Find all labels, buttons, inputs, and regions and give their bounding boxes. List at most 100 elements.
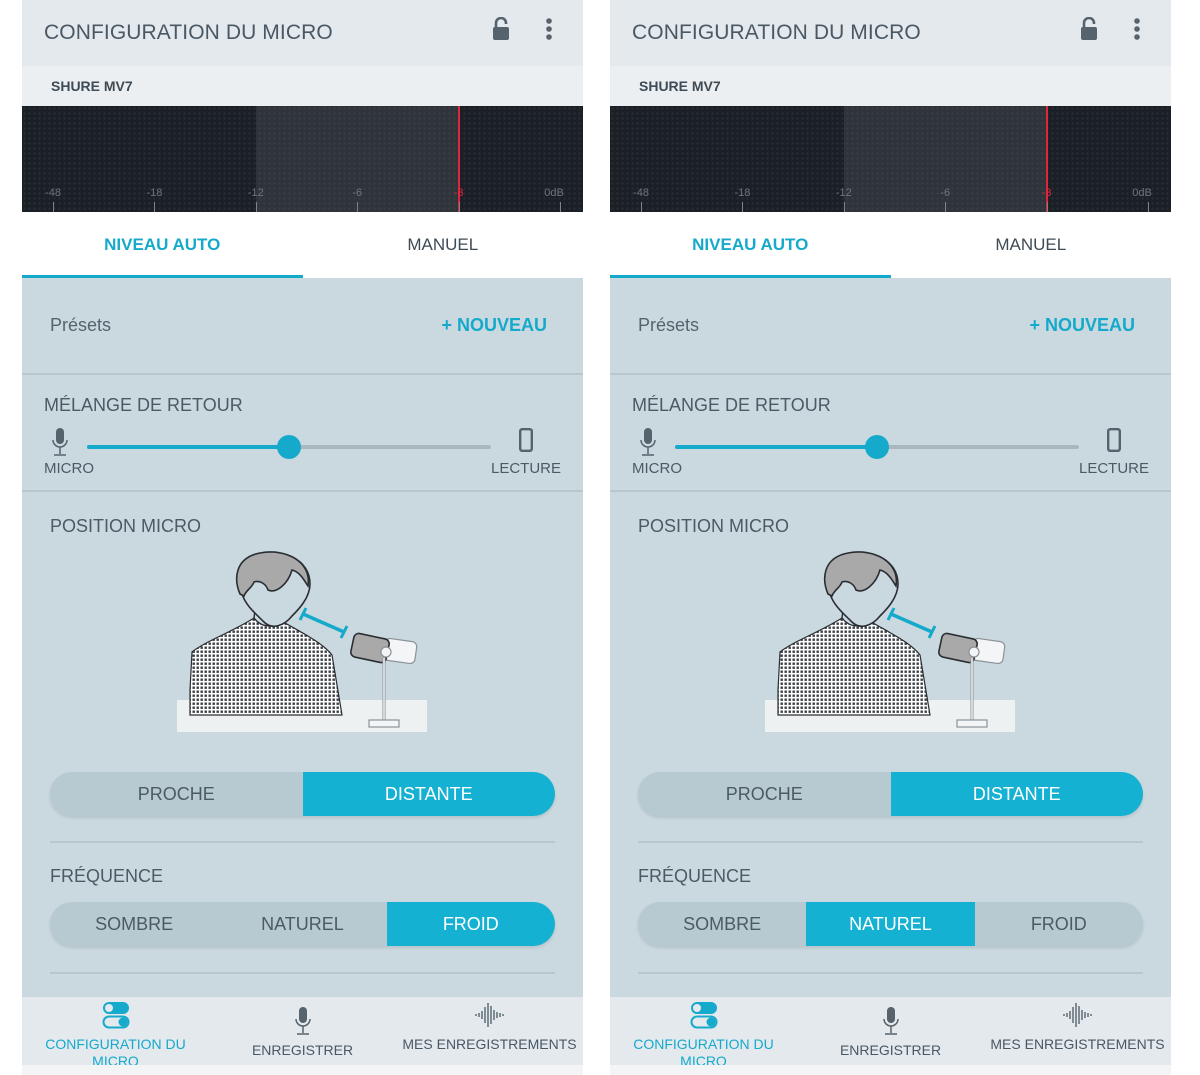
meter-tick-label: -6 bbox=[940, 187, 951, 199]
option-dark[interactable]: SOMBRE bbox=[638, 902, 806, 946]
mic-position-illustration bbox=[177, 551, 427, 732]
waveform-icon bbox=[1062, 1001, 1094, 1034]
meter-tick bbox=[154, 202, 156, 212]
settings-content: Présets + NOUVEAU MÉLANGE DE RETOUR MICR… bbox=[22, 278, 583, 998]
nav-mic-setup[interactable]: CONFIGURATION DU MICRO bbox=[610, 997, 797, 1065]
level-mode-tabs: NIVEAU AUTO MANUEL bbox=[22, 212, 583, 278]
level-meter: -48 -18 -12 -6 -3 0dB bbox=[22, 106, 583, 212]
divider bbox=[50, 841, 555, 843]
meter-tick-label: -6 bbox=[352, 187, 363, 199]
slider-fill bbox=[87, 445, 289, 449]
microphone-icon bbox=[882, 1007, 899, 1040]
page-title: CONFIGURATION DU MICRO bbox=[44, 21, 333, 44]
nav-label: MES ENREGISTREMENTS bbox=[990, 1036, 1165, 1052]
unlocked-padlock-icon[interactable] bbox=[1077, 14, 1101, 44]
meter-tick bbox=[560, 202, 561, 212]
bottom-navigation: CONFIGURATION DU MICRO ENREGISTRER MES E… bbox=[22, 997, 583, 1065]
meter-tick-label: 0dB bbox=[1132, 187, 1152, 199]
distance-indicator bbox=[302, 612, 345, 634]
tab-manual[interactable]: MANUEL bbox=[303, 212, 584, 278]
nav-label: CONFIGURATION DU MICRO bbox=[633, 1036, 774, 1065]
toggles-icon bbox=[690, 1001, 718, 1034]
monitor-mix-section: MÉLANGE DE RETOUR MICRO LECTURE bbox=[22, 375, 583, 492]
meter-tick-label: -18 bbox=[146, 187, 163, 199]
distance-indicator bbox=[890, 612, 933, 634]
meter-tick bbox=[1046, 202, 1048, 212]
nav-bottom-edge bbox=[22, 1065, 583, 1075]
option-bright[interactable]: FROID bbox=[386, 902, 555, 946]
device-name: SHURE MV7 bbox=[51, 78, 133, 94]
tab-manual[interactable]: MANUEL bbox=[891, 212, 1172, 278]
meter-tick-label: -12 bbox=[247, 187, 264, 199]
device-bar: SHURE MV7 bbox=[610, 66, 1171, 106]
nav-recordings[interactable]: MES ENREGISTREMENTS bbox=[396, 997, 583, 1065]
screen-right: CONFIGURATION DU MICRO SHURE MV7 -48 -18 -… bbox=[610, 0, 1171, 1075]
slider-thumb[interactable] bbox=[865, 435, 889, 459]
divider bbox=[638, 972, 1143, 974]
smartphone-icon bbox=[519, 428, 534, 457]
option-bright[interactable]: FROID bbox=[975, 902, 1143, 946]
microphone-icon bbox=[52, 428, 68, 461]
divider bbox=[638, 841, 1143, 843]
option-natural[interactable]: NATUREL bbox=[218, 902, 386, 946]
person-body bbox=[777, 617, 931, 716]
option-far[interactable]: DISTANTE bbox=[890, 772, 1143, 816]
option-far[interactable]: DISTANTE bbox=[302, 772, 555, 816]
meter-tick-label: -48 bbox=[45, 187, 61, 199]
nav-label: MES ENREGISTREMENTS bbox=[402, 1036, 577, 1052]
meter-tick-label: -3 bbox=[453, 187, 464, 199]
nav-recordings[interactable]: MES ENREGISTREMENTS bbox=[984, 997, 1171, 1065]
nav-label: ENREGISTRER bbox=[839, 1042, 942, 1058]
tab-auto-level[interactable]: NIVEAU AUTO bbox=[610, 212, 891, 278]
smartphone-icon bbox=[1107, 428, 1122, 457]
mic-position-title: POSITION MICRO bbox=[50, 516, 202, 536]
new-preset-button[interactable]: + NOUVEAU bbox=[1029, 315, 1135, 336]
new-preset-button[interactable]: + NOUVEAU bbox=[441, 315, 547, 336]
divider bbox=[50, 972, 555, 974]
unlocked-padlock-icon[interactable] bbox=[489, 14, 513, 44]
mic-position-toggle: PROCHE DISTANTE bbox=[50, 772, 555, 816]
monitor-mix-title: MÉLANGE DE RETOUR bbox=[632, 395, 831, 415]
mix-left-label: MICRO bbox=[632, 460, 682, 477]
nav-record[interactable]: ENREGISTRER bbox=[797, 997, 984, 1065]
nav-mic-setup[interactable]: CONFIGURATION DU MICRO bbox=[22, 997, 209, 1065]
nav-label: CONFIGURATION DU MICRO bbox=[45, 1036, 186, 1065]
meter-tick bbox=[357, 202, 359, 212]
tone-toggle: SOMBRE NATUREL FROID bbox=[50, 902, 555, 946]
mic-position-section: POSITION MICRO PROCHE DISTANTE bbox=[22, 492, 583, 842]
toggles-icon bbox=[102, 1001, 130, 1034]
meter-tick-label: -18 bbox=[734, 187, 751, 199]
more-vertical-icon[interactable] bbox=[537, 14, 561, 44]
level-mode-tabs: NIVEAU AUTO MANUEL bbox=[610, 212, 1171, 278]
settings-content: Présets + NOUVEAU MÉLANGE DE RETOUR MICR… bbox=[610, 278, 1171, 998]
option-close[interactable]: PROCHE bbox=[50, 772, 303, 816]
monitor-mix-slider[interactable] bbox=[675, 435, 1079, 459]
nav-record[interactable]: ENREGISTRER bbox=[209, 997, 396, 1065]
meter-tick-label: -48 bbox=[633, 187, 649, 199]
option-natural[interactable]: NATUREL bbox=[806, 902, 975, 946]
presets-row: Présets + NOUVEAU bbox=[22, 278, 583, 375]
app-bar: CONFIGURATION DU MICRO bbox=[610, 0, 1171, 66]
level-meter: -48 -18 -12 -6 -3 0dB bbox=[610, 106, 1171, 212]
more-vertical-icon[interactable] bbox=[1125, 14, 1149, 44]
mic-position-illustration bbox=[765, 551, 1015, 732]
meter-tick bbox=[53, 202, 54, 212]
presets-row: Présets + NOUVEAU bbox=[610, 278, 1171, 375]
presets-label: Présets bbox=[638, 315, 700, 335]
tone-toggle: SOMBRE NATUREL FROID bbox=[638, 902, 1143, 946]
meter-tick-label: 0dB bbox=[544, 187, 564, 199]
person-body bbox=[189, 617, 343, 716]
slider-thumb[interactable] bbox=[277, 435, 301, 459]
nav-label: ENREGISTRER bbox=[251, 1042, 354, 1058]
meter-tick-label: -12 bbox=[835, 187, 852, 199]
microphone-icon bbox=[640, 428, 656, 461]
meter-tick bbox=[945, 202, 947, 212]
monitor-mix-section: MÉLANGE DE RETOUR MICRO LECTURE bbox=[610, 375, 1171, 492]
option-close[interactable]: PROCHE bbox=[638, 772, 891, 816]
mix-right-label: LECTURE bbox=[1078, 460, 1149, 477]
option-dark[interactable]: SOMBRE bbox=[50, 902, 218, 946]
monitor-mix-slider[interactable] bbox=[87, 435, 491, 459]
monitor-mix-title: MÉLANGE DE RETOUR bbox=[44, 395, 243, 415]
meter-tick bbox=[742, 202, 744, 212]
tab-auto-level[interactable]: NIVEAU AUTO bbox=[22, 212, 303, 278]
